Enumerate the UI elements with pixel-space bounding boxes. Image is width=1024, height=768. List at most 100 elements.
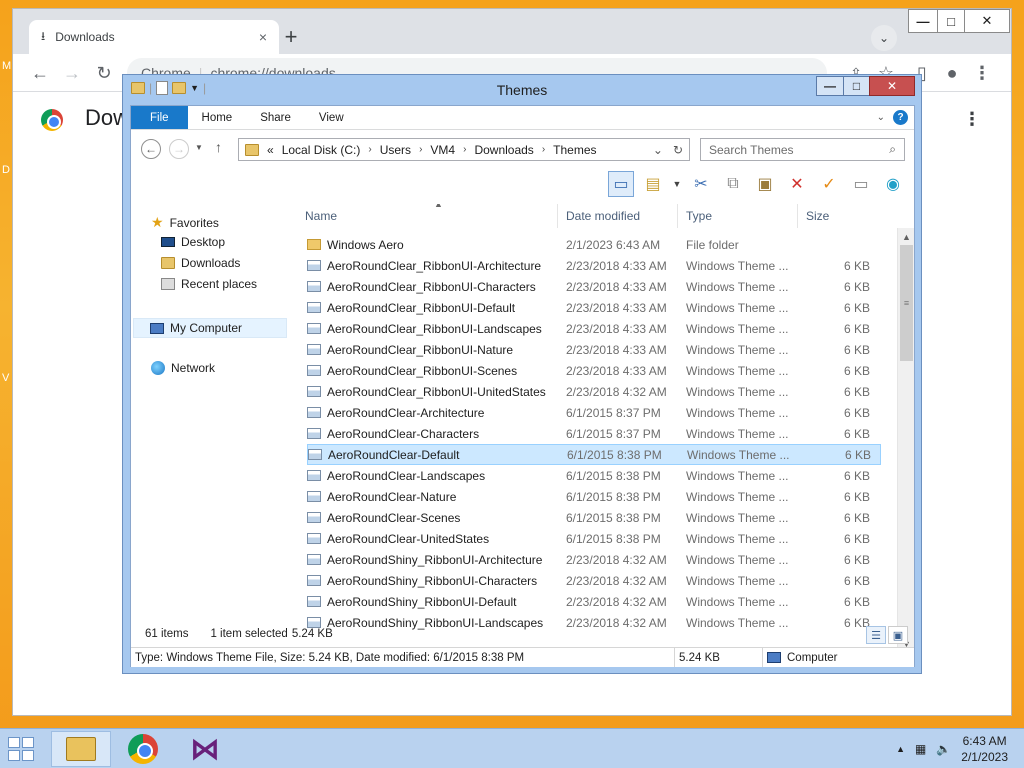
select-dropdown-icon[interactable]: ▼ xyxy=(672,171,682,197)
tab-close-icon[interactable]: × xyxy=(259,29,267,45)
network-tray-icon[interactable]: ▦ xyxy=(915,742,926,756)
address-bar[interactable]: « Local Disk (C:) › Users › VM4 › Downlo… xyxy=(238,138,690,161)
profile-avatar[interactable]: ● xyxy=(939,60,965,86)
preview-pane-icon[interactable]: ▭ xyxy=(608,171,634,197)
tab-share[interactable]: Share xyxy=(246,106,305,129)
file-row[interactable]: AeroRoundClear_RibbonUI-Scenes 2/23/2018 … xyxy=(307,360,881,381)
reload-button[interactable]: ↻ xyxy=(91,60,117,86)
taskbar-visual-studio[interactable]: ⋈ xyxy=(175,731,235,767)
column-date-modified[interactable]: Date modified xyxy=(558,204,678,228)
start-button[interactable] xyxy=(8,737,34,761)
file-row[interactable]: AeroRoundClear_RibbonUI-Nature 2/23/2018 … xyxy=(307,339,881,360)
delete-icon[interactable]: ✕ xyxy=(784,171,810,197)
breadcrumb-vm4[interactable]: VM4 xyxy=(430,143,455,157)
file-row[interactable]: AeroRoundClear-Characters 6/1/2015 8:37 P… xyxy=(307,423,881,444)
file-row[interactable]: AeroRoundClear-Nature 6/1/2015 8:38 PM Win… xyxy=(307,486,881,507)
explorer-minimize-button[interactable]: — xyxy=(816,76,844,96)
back-button[interactable]: ← xyxy=(141,139,161,159)
chrome-menu-icon[interactable]: ⋮ xyxy=(969,60,995,86)
breadcrumb-themes[interactable]: Themes xyxy=(553,143,596,157)
selection-size: 5.24 KB xyxy=(291,628,333,640)
volume-icon[interactable]: 🔈 xyxy=(936,742,951,756)
large-icons-view-icon[interactable]: ▣ xyxy=(888,626,908,644)
details-view-icon[interactable]: ☰ xyxy=(866,626,886,644)
breadcrumb-sep-icon[interactable]: › xyxy=(463,144,466,155)
nav-network[interactable]: Network xyxy=(151,361,215,375)
explorer-close-button[interactable]: ✕ xyxy=(869,76,915,96)
copy-icon[interactable]: ⧉ xyxy=(720,171,746,197)
taskbar-chrome[interactable] xyxy=(113,731,173,767)
file-row[interactable]: AeroRoundClear-Landscapes 6/1/2015 8:38 P… xyxy=(307,465,881,486)
taskbar-explorer[interactable] xyxy=(51,731,111,767)
file-row[interactable]: AeroRoundShiny_RibbonUI-Architecture 2/23… xyxy=(307,549,881,570)
breadcrumb-overflow[interactable]: « xyxy=(267,143,274,157)
chrome-maximize-button[interactable]: □ xyxy=(937,9,965,33)
refresh-icon[interactable]: ↻ xyxy=(673,143,683,157)
file-row[interactable]: AeroRoundClear-Architecture 6/1/2015 8:37… xyxy=(307,402,881,423)
tab-home[interactable]: Home xyxy=(188,106,247,129)
cut-icon[interactable]: ✂ xyxy=(688,171,714,197)
chrome-minimize-button[interactable]: — xyxy=(908,9,938,33)
downloads-menu-icon[interactable]: ⋮ xyxy=(963,109,981,130)
file-type: Windows Theme ... xyxy=(686,342,789,357)
forward-button[interactable]: → xyxy=(59,60,85,86)
scroll-thumb[interactable]: ≡ xyxy=(900,245,913,361)
file-row[interactable]: AeroRoundShiny_RibbonUI-Characters 2/23/2… xyxy=(307,570,881,591)
nav-favorites[interactable]: ★ Favorites xyxy=(151,214,219,231)
scroll-up-icon[interactable]: ▲ xyxy=(898,228,915,245)
breadcrumb-sep-icon[interactable]: › xyxy=(542,144,545,155)
forward-button[interactable]: → xyxy=(169,139,189,159)
file-row[interactable]: AeroRoundClear-UnitedStates 6/1/2015 8:38… xyxy=(307,528,881,549)
column-name[interactable]: Name xyxy=(297,204,558,228)
paste-icon[interactable]: ▣ xyxy=(752,171,778,197)
tab-title: Downloads xyxy=(55,30,115,44)
explorer-maximize-button[interactable]: □ xyxy=(843,76,870,96)
file-row[interactable]: AeroRoundClear_RibbonUI-Architecture 2/23… xyxy=(307,255,881,276)
chrome-tab-downloads[interactable]: ⭳ Downloads × xyxy=(29,20,279,54)
help-icon[interactable]: ? xyxy=(893,110,908,125)
expand-ribbon-icon[interactable]: ⌄ xyxy=(877,112,885,123)
tab-file[interactable]: File xyxy=(131,106,188,129)
column-type[interactable]: Type xyxy=(678,204,798,228)
file-row[interactable]: Windows Aero 2/1/2023 6:43 AM File folder xyxy=(307,234,881,255)
file-date: 6/1/2015 8:38 PM xyxy=(566,510,661,525)
file-row[interactable]: AeroRoundClear-Scenes 6/1/2015 8:38 PM Win… xyxy=(307,507,881,528)
clock[interactable]: 6:43 AM 2/1/2023 xyxy=(961,733,1008,765)
up-button[interactable]: ↑ xyxy=(215,139,222,155)
column-size[interactable]: Size xyxy=(798,204,876,228)
search-input[interactable]: Search Themes ⌕ xyxy=(700,138,905,161)
breadcrumb-sep-icon[interactable]: › xyxy=(419,144,422,155)
globe-icon[interactable]: ◉ xyxy=(880,171,906,197)
nav-recent-places[interactable]: Recent places xyxy=(161,277,257,291)
theme-file-icon xyxy=(307,470,321,481)
file-name: AeroRoundClear_RibbonUI-Architecture xyxy=(327,258,542,273)
file-row[interactable]: AeroRoundClear_RibbonUI-UnitedStates 2/23… xyxy=(307,381,881,402)
breadcrumb-downloads[interactable]: Downloads xyxy=(474,143,533,157)
check-icon[interactable]: ✓ xyxy=(816,171,842,197)
back-button[interactable]: ← xyxy=(27,60,53,86)
file-row[interactable]: AeroRoundClear_RibbonUI-Landscapes 2/23/2… xyxy=(307,318,881,339)
breadcrumb-users[interactable]: Users xyxy=(380,143,411,157)
file-type: File folder xyxy=(686,237,739,252)
rename-icon[interactable]: ▭ xyxy=(848,171,874,197)
nav-downloads[interactable]: Downloads xyxy=(161,256,240,270)
file-date: 6/1/2015 8:38 PM xyxy=(566,468,661,483)
breadcrumb-sep-icon[interactable]: › xyxy=(368,144,371,155)
show-hidden-icons[interactable]: ▲ xyxy=(896,744,905,754)
vertical-scrollbar[interactable]: ▲ ≡ ▼ xyxy=(897,228,914,652)
address-dropdown-icon[interactable]: ⌄ xyxy=(653,143,663,157)
new-tab-button[interactable]: + xyxy=(277,23,305,51)
breadcrumb-local-disk[interactable]: Local Disk (C:) xyxy=(282,143,361,157)
theme-file-icon xyxy=(307,575,321,586)
file-row[interactable]: AeroRoundClear_RibbonUI-Default 2/23/2018… xyxy=(307,297,881,318)
recent-locations-icon[interactable]: ▼ xyxy=(195,143,203,152)
tab-search-button[interactable]: ⌄ xyxy=(871,25,897,51)
file-row[interactable]: AeroRoundShiny_RibbonUI-Default 2/23/2018… xyxy=(307,591,881,612)
file-row[interactable]: AeroRoundClear_RibbonUI-Characters 2/23/2… xyxy=(307,276,881,297)
nav-my-computer[interactable]: My Computer xyxy=(133,318,287,338)
nav-desktop[interactable]: Desktop xyxy=(161,235,225,249)
chrome-close-button[interactable]: ✕ xyxy=(964,9,1010,33)
select-items-icon[interactable]: ▤ xyxy=(640,171,666,197)
file-row[interactable]: AeroRoundClear-Default 6/1/2015 8:38 PM Wi… xyxy=(307,444,881,465)
tab-view[interactable]: View xyxy=(305,106,358,129)
